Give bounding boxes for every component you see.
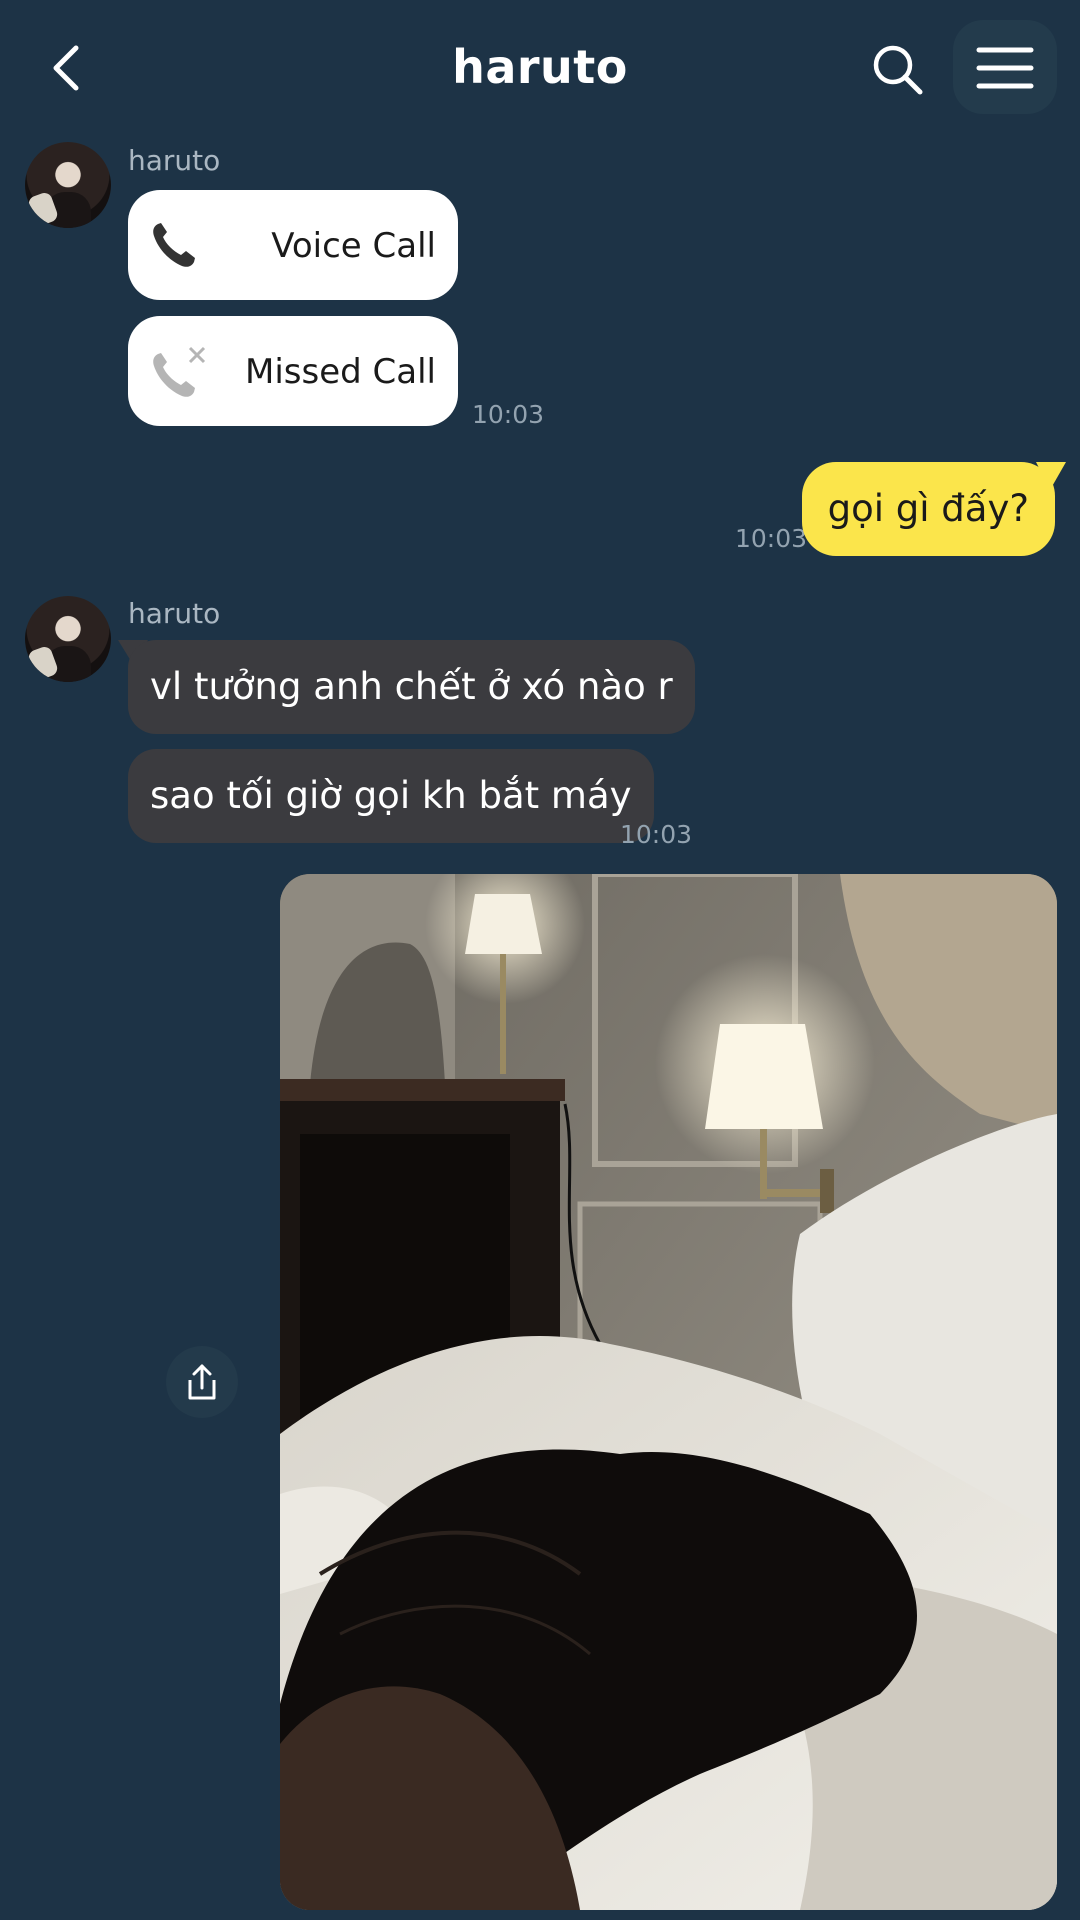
bedroom-photo [280, 874, 1057, 1910]
message-time: 10:03 [735, 524, 808, 553]
avatar[interactable] [25, 142, 111, 228]
sender-name: haruto [128, 597, 221, 630]
menu-button[interactable] [953, 20, 1057, 114]
search-button[interactable] [868, 40, 928, 100]
share-button[interactable] [166, 1346, 238, 1418]
phone-icon [146, 218, 200, 281]
avatar[interactable] [25, 596, 111, 682]
incoming-message[interactable]: sao tối giờ gọi kh bắt máy [128, 749, 654, 843]
bubble-tail [1036, 462, 1066, 490]
voice-call-bubble[interactable]: Voice Call [128, 190, 458, 300]
voice-call-label: Voice Call [271, 226, 436, 266]
message-time: 10:03 [472, 400, 545, 429]
sender-name: haruto [128, 144, 221, 177]
missed-call-label: Missed Call [245, 352, 436, 392]
incoming-message[interactable]: vl tưởng anh chết ở xó nào r [128, 640, 695, 734]
share-icon [188, 1364, 216, 1400]
message-time: 10:03 [620, 820, 693, 849]
photo-message[interactable] [280, 874, 1057, 1910]
outgoing-message[interactable]: gọi gì đấy? [801, 462, 1055, 556]
menu-icon [976, 47, 1034, 89]
missed-call-icon [146, 344, 210, 413]
search-icon [873, 45, 923, 95]
missed-call-bubble[interactable]: Missed Call [128, 316, 458, 426]
